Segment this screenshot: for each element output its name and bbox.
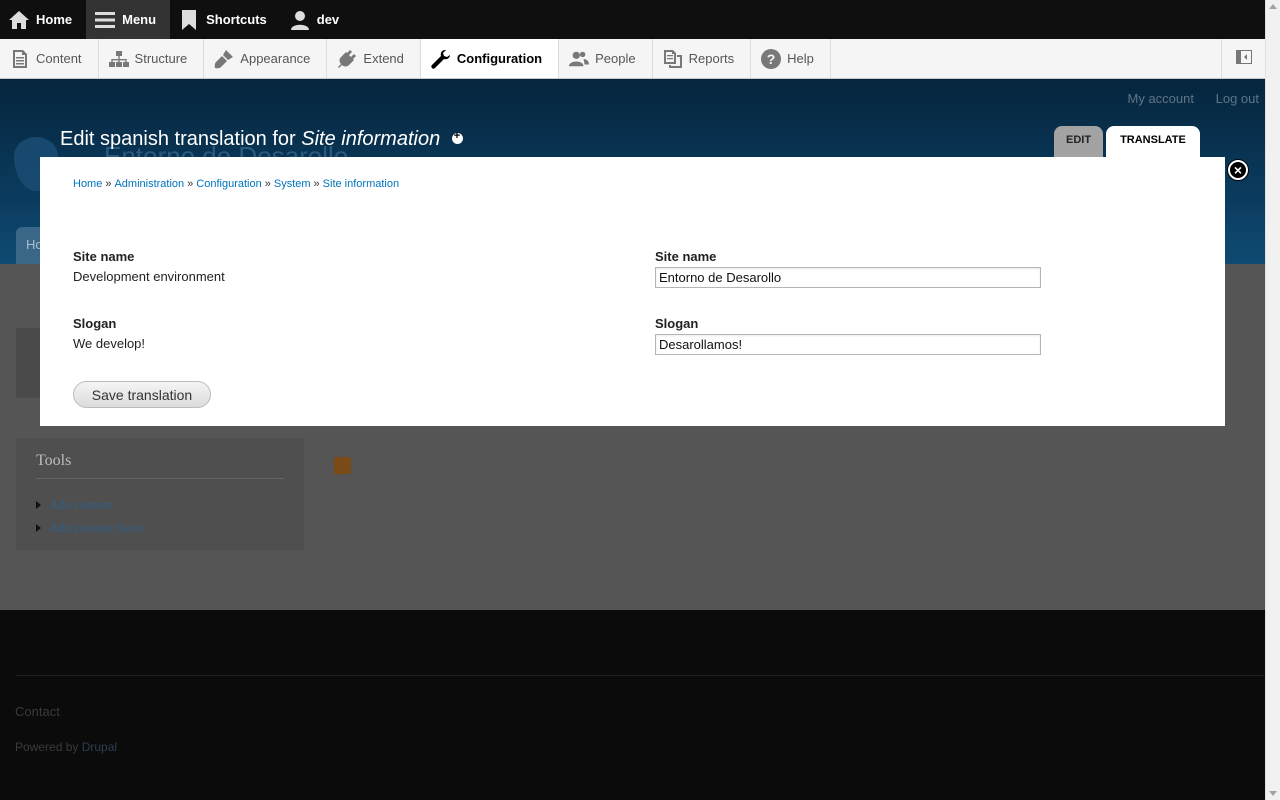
toolbar-shortcuts-label: Shortcuts: [206, 12, 267, 27]
page-scrollbar[interactable]: [1265, 0, 1280, 800]
local-tasks: EDIT TRANSLATE: [1054, 126, 1203, 157]
breadcrumb-configuration[interactable]: Configuration: [196, 178, 261, 190]
tray-item-configuration[interactable]: Configuration: [420, 39, 560, 78]
page-title-subject: Site information: [301, 128, 441, 150]
powered-by-text: Powered by: [15, 740, 79, 754]
source-slogan-label: Slogan: [73, 316, 117, 331]
tray-item-label: Content: [36, 51, 82, 66]
tab-edit[interactable]: EDIT: [1054, 126, 1104, 157]
breadcrumb-separator: »: [105, 178, 112, 190]
page-title: Edit spanish translation for Site inform…: [60, 128, 463, 151]
breadcrumb: Home» Administration» Configuration» System…: [73, 178, 399, 190]
tray-item-appearance[interactable]: Appearance: [204, 39, 328, 78]
breadcrumb-separator: »: [264, 178, 271, 190]
slogan-translation-input[interactable]: [655, 334, 1041, 355]
menu-icon: [94, 9, 116, 31]
breadcrumb-separator: »: [187, 178, 194, 190]
breadcrumb-system[interactable]: System: [274, 178, 311, 190]
save-translation-button[interactable]: Save translation: [73, 381, 211, 408]
tab-translate[interactable]: TRANSLATE: [1106, 126, 1200, 157]
admin-toolbar: Home Menu Shortcuts dev: [0, 0, 1265, 39]
user-icon: [289, 9, 311, 31]
toolbar-user[interactable]: dev: [281, 0, 353, 39]
tray-orientation-toggle[interactable]: [1221, 39, 1265, 78]
sitemap-icon: [108, 49, 129, 69]
tray-item-people[interactable]: People: [559, 39, 653, 78]
translation-dialog: Home» Administration» Configuration» System…: [40, 157, 1225, 426]
powered-by: Powered by Drupal: [15, 740, 117, 754]
plug-icon: [337, 49, 357, 69]
target-slogan-label: Slogan: [655, 316, 699, 331]
scroll-up-arrow-icon[interactable]: [1269, 4, 1277, 9]
add-shortcut-icon[interactable]: [451, 130, 463, 144]
admin-tray: Content Structure Appearance Extend Conf…: [0, 39, 1265, 79]
drupal-link[interactable]: Drupal: [82, 740, 117, 754]
page-title-prefix: Edit spanish translation for: [60, 128, 296, 150]
tray-item-label: Configuration: [456, 51, 543, 66]
toolbar-menu-label: Menu: [122, 12, 157, 27]
toolbar-user-label: dev: [316, 12, 340, 27]
tray-item-label: Structure: [134, 51, 188, 66]
tray-item-label: Appearance: [240, 51, 311, 66]
tray-item-extend[interactable]: Extend: [327, 39, 421, 78]
reports-icon: [663, 49, 683, 69]
tray-item-structure[interactable]: Structure: [99, 39, 205, 78]
tray-item-label: Extend: [363, 51, 404, 66]
tools-block: Tools Add content Add custom block: [16, 438, 304, 550]
toolbar-home[interactable]: Home: [0, 0, 86, 39]
scroll-down-arrow-icon[interactable]: [1269, 791, 1277, 796]
breadcrumb-separator: »: [313, 178, 320, 190]
source-slogan-value: We develop!: [73, 336, 146, 351]
toolbar-menu[interactable]: Menu: [86, 0, 171, 39]
bookmark-icon: [178, 9, 200, 31]
toolbar-home-label: Home: [36, 12, 73, 27]
breadcrumb-site-information[interactable]: Site information: [323, 178, 399, 190]
footer-contact-link[interactable]: Contact: [15, 704, 60, 719]
help-icon: ?: [761, 48, 782, 69]
close-dialog-button[interactable]: ×: [1228, 160, 1248, 180]
breadcrumb-administration[interactable]: Administration: [114, 178, 184, 190]
tray-item-reports[interactable]: Reports: [653, 39, 752, 78]
wrench-icon: [431, 49, 451, 69]
tray-item-label: People: [595, 51, 636, 66]
source-site-name-value: Development environment: [73, 269, 225, 284]
tools-title: Tools: [36, 452, 284, 479]
target-site-name-label: Site name: [655, 249, 717, 264]
rss-feed-icon[interactable]: [334, 457, 351, 474]
svg-text:?: ?: [767, 51, 776, 67]
my-account-link[interactable]: My account: [1128, 91, 1194, 106]
tray-item-help[interactable]: ? Help: [751, 39, 831, 78]
paintbrush-icon: [214, 49, 234, 69]
sidebar-toggle-icon: [1235, 50, 1252, 67]
source-site-name-label: Site name: [73, 249, 135, 264]
user-links: My account Log out: [1110, 91, 1259, 106]
tray-item-content[interactable]: Content: [0, 39, 99, 78]
footer-divider: [15, 675, 1265, 676]
tray-item-label: Reports: [688, 51, 735, 66]
home-icon: [8, 9, 30, 31]
add-custom-block-link[interactable]: Add custom block: [36, 520, 284, 536]
close-icon: ×: [1233, 162, 1243, 178]
tray-item-label: Help: [787, 51, 814, 66]
add-content-link[interactable]: Add content: [36, 497, 284, 513]
document-icon: [10, 49, 30, 69]
log-out-link[interactable]: Log out: [1216, 91, 1259, 106]
toolbar-shortcuts[interactable]: Shortcuts: [170, 0, 281, 39]
page-footer: Contact Powered by Drupal: [0, 610, 1265, 800]
site-name-translation-input[interactable]: [655, 267, 1041, 288]
people-icon: [569, 49, 590, 69]
breadcrumb-home[interactable]: Home: [73, 178, 102, 190]
